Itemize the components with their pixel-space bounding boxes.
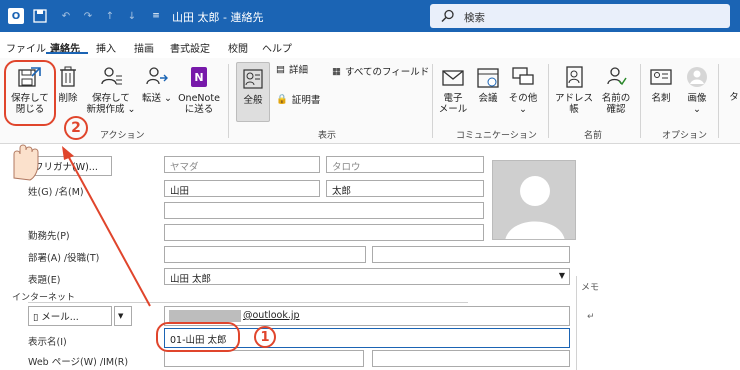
pointing-hand-icon — [13, 144, 39, 181]
save-close-highlight — [4, 60, 56, 126]
step-marker-1: 1 — [254, 326, 276, 348]
annotation-arrow-line — [65, 151, 151, 307]
display-name-highlight — [156, 322, 240, 352]
annotation-overlay — [13, 144, 151, 307]
annotation-arrowhead — [62, 146, 74, 160]
step-marker-2: 2 — [64, 116, 88, 140]
